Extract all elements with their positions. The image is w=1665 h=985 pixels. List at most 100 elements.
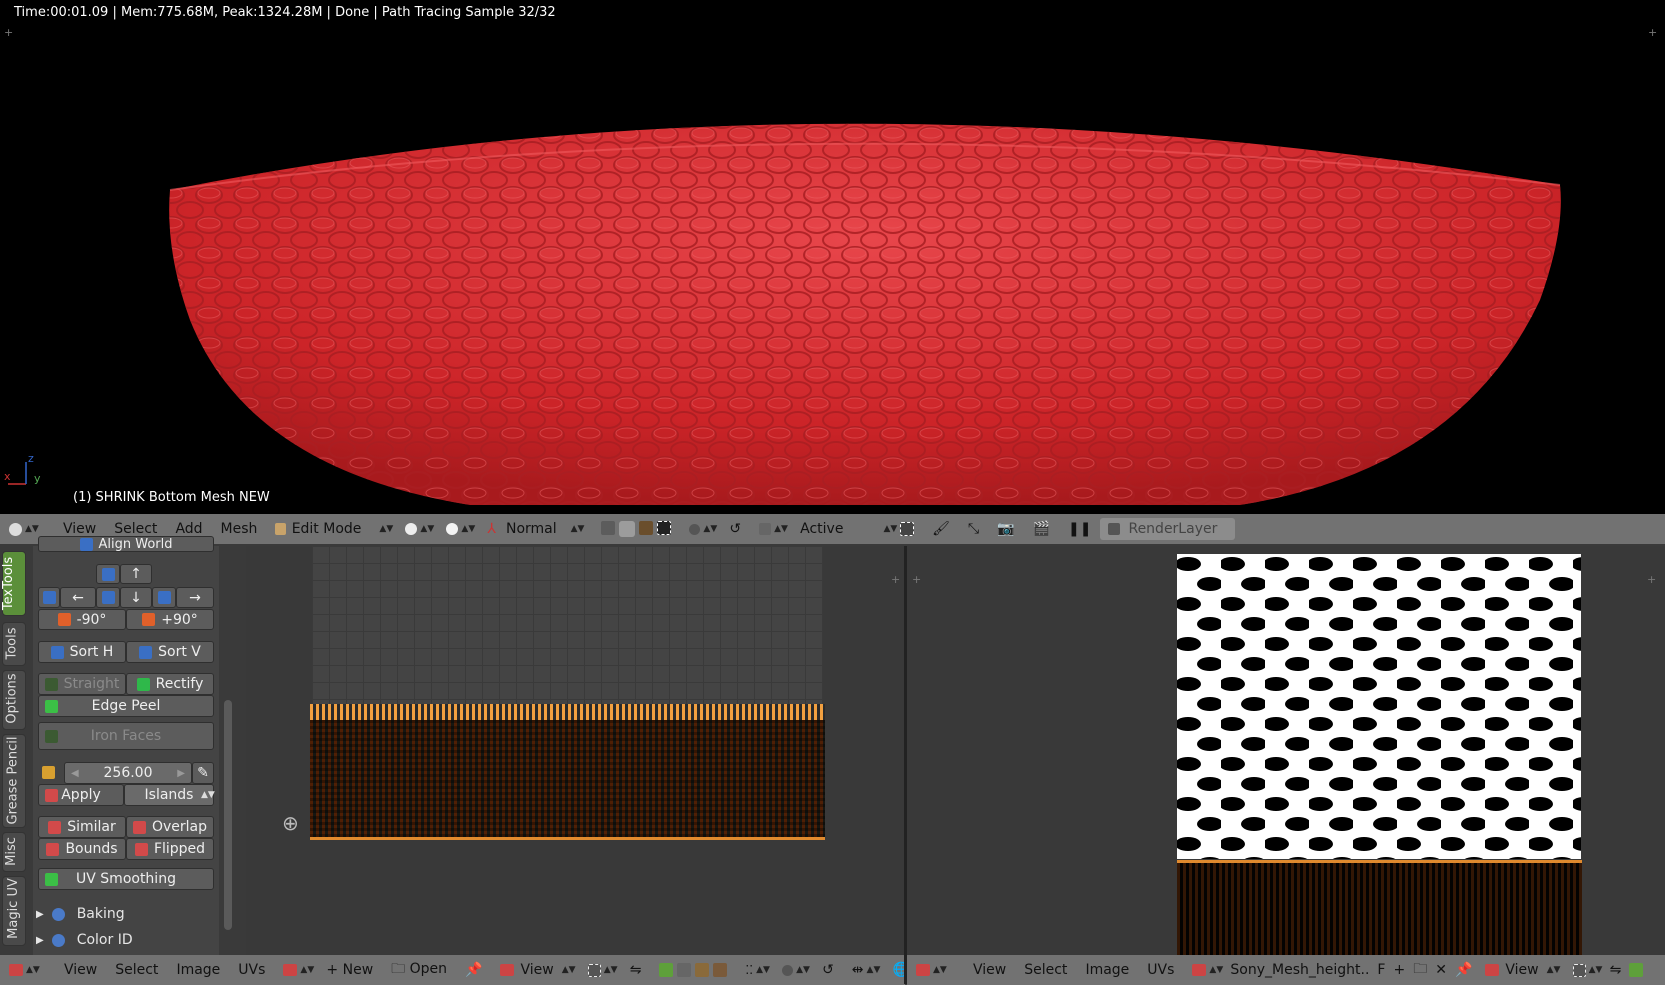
edge-peel-button[interactable]: Edge Peel xyxy=(38,695,214,717)
limit-selection-icon[interactable] xyxy=(657,521,672,535)
new-image-button[interactable]: + New xyxy=(317,962,382,978)
proportional-edit-selector[interactable]: ▲▼ xyxy=(680,523,720,535)
menu-add[interactable]: Add xyxy=(166,521,211,537)
image-editor-area[interactable]: + + xyxy=(907,546,1665,960)
menu-view[interactable]: View xyxy=(54,521,105,537)
unlink-image-icon[interactable]: ✕ xyxy=(1431,962,1451,978)
tab-tools[interactable]: Tools xyxy=(2,622,26,666)
tab-misc[interactable]: Misc xyxy=(2,832,26,872)
menu-mesh[interactable]: Mesh xyxy=(212,521,267,537)
pause-render-icon[interactable]: ❚❚ xyxy=(1059,521,1100,537)
rectify-button[interactable]: Rectify xyxy=(126,673,214,695)
fake-user-button[interactable]: F xyxy=(1373,962,1389,978)
mode-selector[interactable]: Edit Mode ▲▼ xyxy=(266,521,396,537)
render-anim-icon[interactable]: 🎬 xyxy=(1024,521,1059,537)
move-up-button[interactable]: ↑ xyxy=(120,564,152,584)
uv-editor-area[interactable]: ⊕ + xyxy=(246,546,904,957)
menu-view[interactable]: View xyxy=(964,962,1015,978)
paint-icon[interactable]: 🖌 xyxy=(923,521,959,537)
render-border-icon[interactable] xyxy=(891,521,923,537)
falloff-icon[interactable]: ↺ xyxy=(813,962,843,978)
open-image-icon[interactable]: 🗀 xyxy=(1409,958,1431,982)
menu-view[interactable]: View xyxy=(55,962,106,978)
orientation-selector[interactable]: ⅄ Normal ▲▼ xyxy=(478,521,592,537)
menu-image[interactable]: Image xyxy=(1076,962,1138,978)
proportional-edit-selector[interactable]: ▲▼ xyxy=(773,964,813,976)
pivot-selector[interactable]: ▲▼ xyxy=(437,523,478,535)
sticky-mode-selector[interactable]: ⁚⁚ ▲▼ xyxy=(736,963,773,977)
snap-target-selector[interactable]: Active ▲▼ xyxy=(791,521,897,537)
iron-faces-button[interactable]: Iron Faces xyxy=(38,722,214,750)
pin-icon[interactable]: 📌 xyxy=(456,962,491,978)
align-world-button[interactable]: Align World xyxy=(38,536,214,552)
select-bounds-button[interactable]: Bounds xyxy=(38,838,126,860)
uv-island-mesh[interactable] xyxy=(310,704,825,840)
render-layer-selector[interactable]: RenderLayer xyxy=(1100,518,1236,540)
area-split-corner-icon[interactable]: + xyxy=(1647,573,1656,586)
pin-icon[interactable]: 📌 xyxy=(1451,962,1476,978)
uv-island-overlay[interactable] xyxy=(1177,860,1582,960)
face-select-icon[interactable] xyxy=(695,963,710,977)
move-right-button[interactable]: → xyxy=(176,587,214,608)
render-viewport[interactable]: Time:00:01.09 | Mem:775.68M, Peak:1324.2… xyxy=(0,0,1665,516)
baking-panel-header[interactable]: ▶ Baking xyxy=(36,906,125,922)
vertex-select-icon[interactable] xyxy=(1625,962,1647,978)
image-name-field[interactable]: Sony_Mesh_height.. xyxy=(1226,962,1373,978)
falloff-icon[interactable]: ↺ xyxy=(720,521,750,537)
menu-image[interactable]: Image xyxy=(167,962,229,978)
texel-value-field[interactable]: ◀ 256.00 ▶ xyxy=(64,762,192,784)
rotate-neg90-button[interactable]: -90° xyxy=(38,609,126,630)
pivot-selector[interactable]: ▲▼ xyxy=(579,963,621,977)
editor-type-selector[interactable]: ▲▼ xyxy=(0,522,42,536)
sort-v-button[interactable]: Sort V xyxy=(126,641,214,663)
menu-uvs[interactable]: UVs xyxy=(1138,962,1183,978)
vertex-select-icon[interactable] xyxy=(659,963,674,977)
sculpt-icon[interactable]: ⤡ xyxy=(959,521,988,537)
vertex-select-icon[interactable] xyxy=(601,521,616,535)
tab-magic-uv[interactable]: Magic UV xyxy=(2,876,26,946)
image-browse-selector[interactable]: ▲▼ xyxy=(1183,964,1226,976)
increment-arrow-icon[interactable]: ▶ xyxy=(177,768,185,779)
snap-selector[interactable]: ⇹ ▲▼ xyxy=(843,962,884,978)
island-select-icon[interactable] xyxy=(713,963,728,977)
shading-selector[interactable]: ▲▼ xyxy=(396,523,437,535)
menu-select[interactable]: Select xyxy=(106,962,167,978)
2d-cursor-icon[interactable]: ⊕ xyxy=(282,811,299,835)
snap-element-selector[interactable]: ▲▼ xyxy=(750,523,791,535)
align-right-button[interactable] xyxy=(152,587,176,608)
render-still-icon[interactable]: 📷 xyxy=(988,521,1023,537)
area-split-corner-icon[interactable]: + xyxy=(891,573,900,586)
sync-selection-icon[interactable]: ⇋ xyxy=(621,962,651,978)
sync-selection-icon[interactable]: ⇋ xyxy=(1606,962,1626,978)
select-flipped-button[interactable]: Flipped xyxy=(126,838,214,860)
rotate-pos90-button[interactable]: +90° xyxy=(126,609,214,630)
select-overlap-button[interactable]: Overlap xyxy=(126,816,214,838)
select-similar-button[interactable]: Similar xyxy=(38,816,126,838)
uv-smoothing-button[interactable]: UV Smoothing xyxy=(38,868,214,890)
move-left-button[interactable]: ← xyxy=(60,587,96,608)
tab-textools[interactable]: TexTools xyxy=(1,551,26,616)
sort-h-button[interactable]: Sort H xyxy=(38,641,126,663)
align-left-button[interactable] xyxy=(38,587,60,608)
straight-button[interactable]: Straight xyxy=(38,673,126,695)
edge-select-icon[interactable] xyxy=(619,521,636,537)
editor-type-selector[interactable]: ▲▼ xyxy=(907,964,950,976)
panel-scrollbar-thumb[interactable] xyxy=(224,700,232,930)
edge-select-icon[interactable] xyxy=(677,963,692,977)
editor-type-selector[interactable]: ▲▼ xyxy=(0,964,43,976)
align-top-button[interactable] xyxy=(96,564,120,584)
color-id-panel-header[interactable]: ▶ Color ID xyxy=(36,932,133,948)
open-image-button[interactable]: 🗀 Open xyxy=(382,958,456,982)
tab-grease-pencil[interactable]: Grease Pencil xyxy=(2,734,26,828)
menu-uvs[interactable]: UVs xyxy=(229,962,274,978)
mode-selector[interactable]: View ▲▼ xyxy=(491,962,578,978)
move-down-button[interactable]: ↓ xyxy=(120,587,152,608)
area-split-corner-icon[interactable]: + xyxy=(912,573,921,586)
menu-select[interactable]: Select xyxy=(1015,962,1076,978)
islands-selector[interactable]: Islands ▲▼ xyxy=(124,784,215,806)
image-browse-selector[interactable]: ▲▼ xyxy=(274,964,317,976)
mode-selector[interactable]: View ▲▼ xyxy=(1476,962,1563,978)
face-select-icon[interactable] xyxy=(639,521,654,535)
menu-select[interactable]: Select xyxy=(105,521,166,537)
new-image-icon[interactable]: + xyxy=(1389,962,1409,978)
